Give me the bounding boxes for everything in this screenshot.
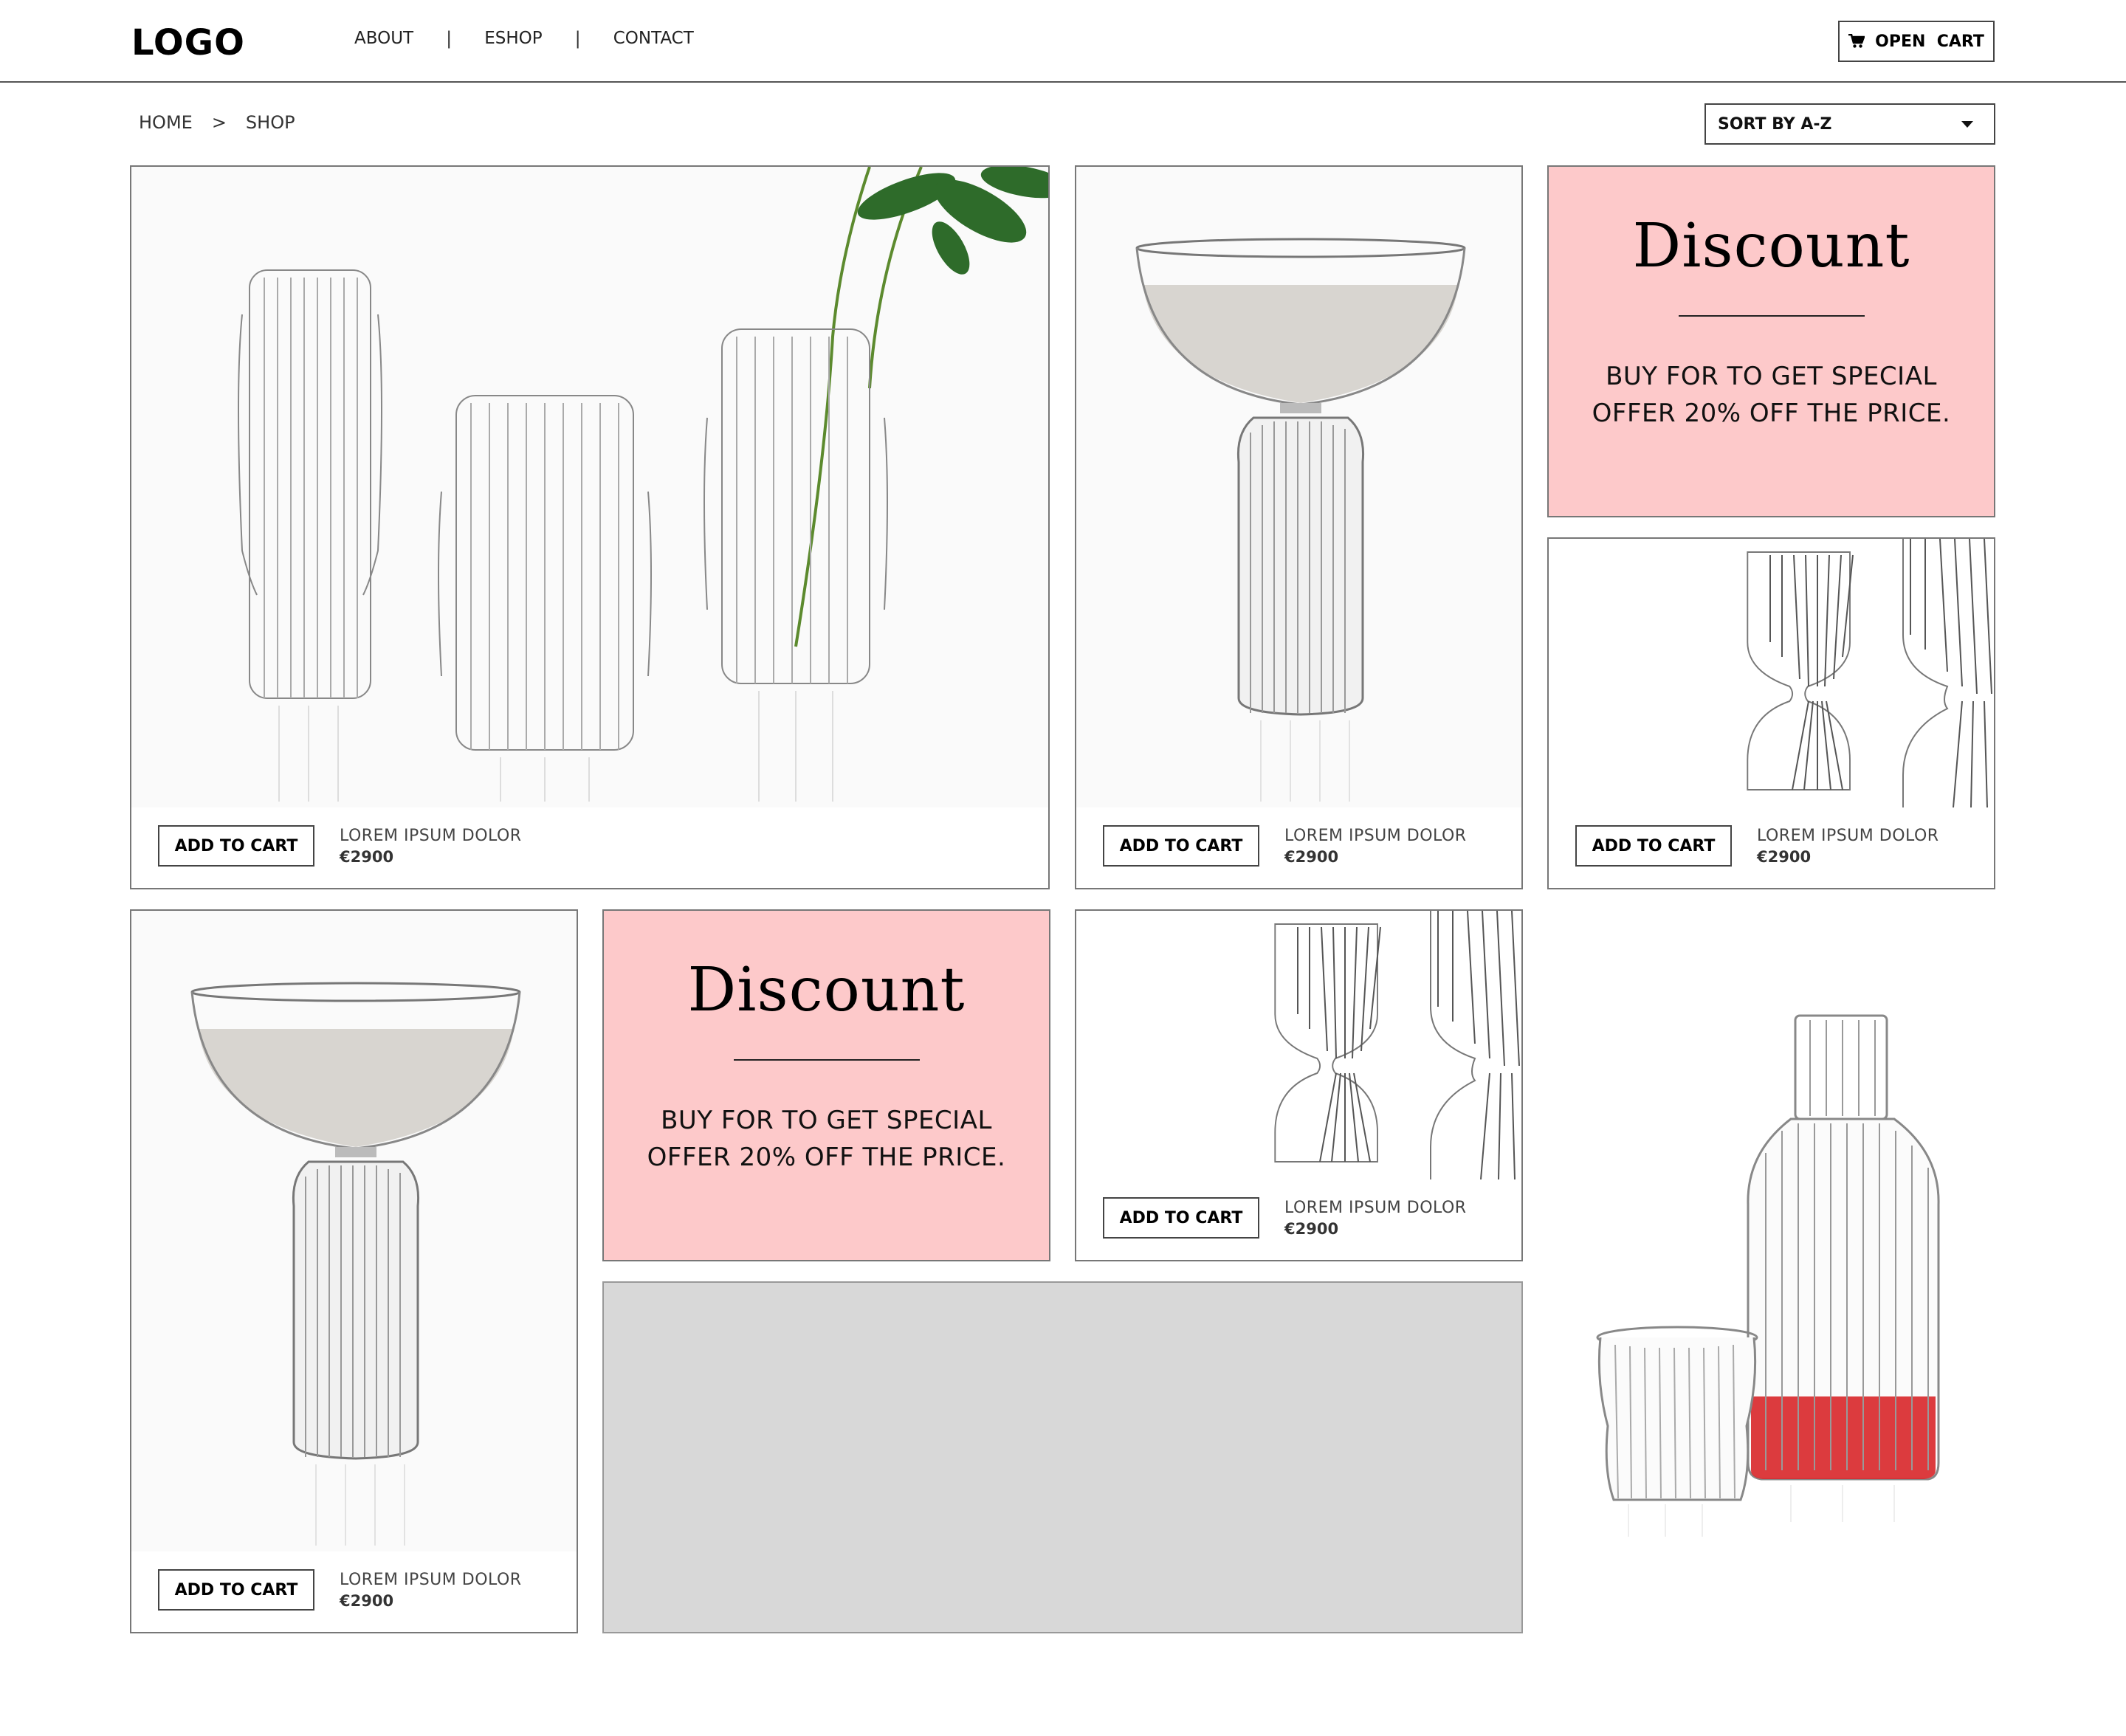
nav-separator: | — [574, 28, 581, 49]
discount-title: Discount — [687, 955, 966, 1025]
product-footer: ADD TO CART LOREM IPSUM DOLOR €2900 — [158, 824, 1033, 867]
discount-banner[interactable]: Discount BUY FOR TO GET SPECIAL OFFER 20… — [602, 909, 1050, 1261]
discount-line: BUY FOR TO GET SPECIAL — [1606, 362, 1937, 391]
discount-text: BUY FOR TO GET SPECIAL OFFER 20% OFF THE… — [604, 1102, 1049, 1176]
product-footer: ADD TO CART LOREM IPSUM DOLOR €2900 — [1575, 824, 1979, 867]
product-card[interactable]: ADD TO CART LOREM IPSUM DOLOR €2900 — [1075, 165, 1523, 889]
product-meta: LOREM IPSUM DOLOR €2900 — [1284, 1199, 1467, 1238]
add-to-cart-button[interactable]: ADD TO CART — [1575, 825, 1732, 867]
discount-banner[interactable]: Discount BUY FOR TO GET SPECIAL OFFER 20… — [1547, 165, 1995, 517]
product-meta: LOREM IPSUM DOLOR €2900 — [340, 827, 522, 866]
discount-title: Discount — [1632, 211, 1910, 281]
breadcrumb: HOME > SHOP — [139, 112, 295, 133]
discount-line: BUY FOR TO GET SPECIAL — [661, 1106, 992, 1135]
nav-eshop[interactable]: ESHOP — [484, 29, 542, 48]
site-header: LOGO ABOUT | ESHOP | CONTACT OPEN CART — [0, 0, 2126, 83]
product-meta: LOREM IPSUM DOLOR €2900 — [340, 1571, 522, 1610]
divider — [1678, 315, 1865, 317]
discount-text: BUY FOR TO GET SPECIAL OFFER 20% OFF THE… — [1549, 358, 1994, 432]
product-name[interactable]: LOREM IPSUM DOLOR — [1284, 827, 1467, 845]
product-price: €2900 — [340, 847, 394, 866]
nav-about[interactable]: ABOUT — [354, 29, 413, 48]
product-name[interactable]: LOREM IPSUM DOLOR — [340, 827, 522, 845]
product-card[interactable]: ADD TO CART LOREM IPSUM DOLOR €2900 — [130, 165, 1050, 889]
open-cart-label: OPEN CART — [1875, 32, 1984, 51]
product-footer: ADD TO CART LOREM IPSUM DOLOR €2900 — [158, 1568, 562, 1611]
breadcrumb-home[interactable]: HOME — [139, 112, 193, 133]
product-name[interactable]: LOREM IPSUM DOLOR — [1757, 827, 1939, 845]
product-meta: LOREM IPSUM DOLOR €2900 — [1284, 827, 1467, 866]
chevron-down-icon — [1961, 120, 1973, 128]
sort-label: SORT BY A-Z — [1718, 114, 1832, 134]
add-to-cart-button[interactable]: ADD TO CART — [1103, 1197, 1259, 1239]
product-price: €2900 — [340, 1591, 394, 1610]
product-name[interactable]: LOREM IPSUM DOLOR — [340, 1571, 522, 1589]
product-price: €2900 — [1757, 847, 1812, 866]
add-to-cart-button[interactable]: ADD TO CART — [1103, 825, 1259, 867]
nav-separator: | — [446, 28, 453, 49]
discount-line: OFFER 20% OFF THE PRICE. — [1592, 399, 1951, 428]
product-name[interactable]: LOREM IPSUM DOLOR — [1284, 1199, 1467, 1217]
product-footer: ADD TO CART LOREM IPSUM DOLOR €2900 — [1103, 824, 1507, 867]
discount-line: OFFER 20% OFF THE PRICE. — [647, 1143, 1006, 1172]
product-price: €2900 — [1284, 847, 1339, 866]
product-card[interactable]: ADD TO CART LOREM IPSUM DOLOR €2900 — [130, 909, 578, 1633]
product-image-glasses[interactable] — [1549, 539, 1994, 808]
carafe-image[interactable] — [1547, 909, 1995, 1633]
product-card[interactable]: ADD TO CART LOREM IPSUM DOLOR €2900 — [1547, 537, 1995, 889]
breadcrumb-shop[interactable]: SHOP — [246, 112, 295, 133]
breadcrumb-separator: > — [211, 112, 227, 133]
product-image-glasses[interactable] — [1076, 911, 1521, 1180]
product-footer: ADD TO CART LOREM IPSUM DOLOR €2900 — [1103, 1196, 1507, 1239]
product-price: €2900 — [1284, 1219, 1339, 1238]
add-to-cart-button[interactable]: ADD TO CART — [158, 825, 314, 867]
product-image-vases[interactable] — [131, 167, 1048, 807]
product-meta: LOREM IPSUM DOLOR €2900 — [1757, 827, 1939, 866]
open-cart-button[interactable]: OPEN CART — [1838, 21, 1995, 62]
product-image-coupe[interactable] — [1076, 167, 1521, 807]
nav-contact[interactable]: CONTACT — [613, 29, 694, 48]
cart-icon — [1848, 34, 1865, 48]
product-card[interactable]: ADD TO CART LOREM IPSUM DOLOR €2900 — [1075, 909, 1523, 1261]
logo[interactable]: LOGO — [131, 22, 245, 63]
add-to-cart-button[interactable]: ADD TO CART — [158, 1569, 314, 1611]
divider — [733, 1059, 920, 1061]
product-image-coupe[interactable] — [131, 911, 577, 1551]
main-nav: ABOUT | ESHOP | CONTACT — [354, 28, 694, 49]
sort-select[interactable]: SORT BY A-Z — [1704, 103, 1995, 145]
image-placeholder — [602, 1281, 1523, 1633]
